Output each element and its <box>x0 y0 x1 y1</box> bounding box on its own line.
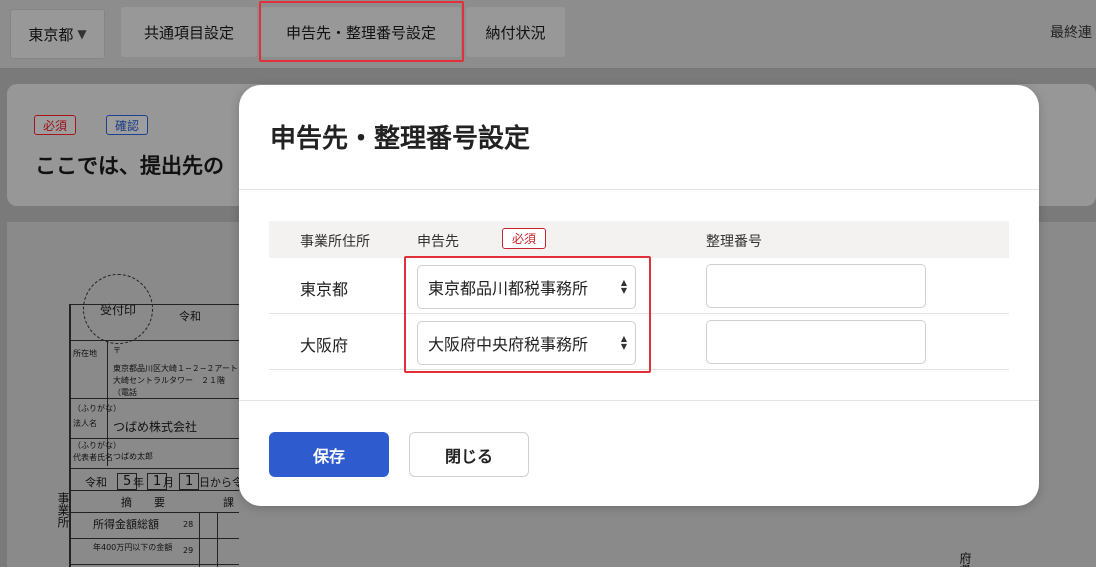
form-era: 令和 <box>179 310 201 323</box>
address-label: 所在地 <box>73 349 97 358</box>
chevron-down-icon: ▼ <box>77 27 87 41</box>
col-summary: 摘 要 <box>121 496 165 509</box>
notice-text: ここでは、提出先の <box>35 154 224 178</box>
required-badge: 必須 <box>502 228 547 249</box>
prefecture-selector[interactable]: 東京都 ▼ <box>10 9 105 59</box>
furigana-label: （ふりがな） <box>73 441 121 450</box>
address-line2: 大崎セントラルタワー ２１階 <box>113 376 225 385</box>
row-income-label: 所得金額総額 <box>93 518 159 531</box>
form-border <box>69 564 239 565</box>
date-era: 令和 <box>85 476 107 489</box>
tab-common-settings[interactable]: 共通項目設定 <box>121 7 257 57</box>
form-border <box>69 340 239 341</box>
divider <box>239 189 1039 190</box>
office-name: 大阪府 <box>300 336 349 355</box>
last-updated-text: 最終連 <box>1050 25 1092 41</box>
close-button[interactable]: 閉じる <box>409 432 529 477</box>
form-border <box>217 512 218 567</box>
form-border <box>199 512 200 567</box>
table-header: 事業所住所 申告先 必須 整理番号 <box>269 221 1009 258</box>
tab-payment-status[interactable]: 納付状況 <box>466 7 565 57</box>
required-badge: 必須 <box>34 115 77 135</box>
date-month-unit: 月 <box>163 476 174 489</box>
office-name: 東京都 <box>300 280 349 299</box>
column-number: 整理番号 <box>706 234 762 250</box>
prefecture-selector-label: 東京都 <box>28 25 74 44</box>
postal-mark: 〒 <box>113 346 121 355</box>
divider <box>239 400 1039 401</box>
confirm-badge: 確認 <box>106 115 149 135</box>
phone-label: （電話 <box>113 388 137 397</box>
row-income-num: 28 <box>183 520 194 529</box>
side-text: 府県民 <box>957 552 974 567</box>
top-navigation-bar: 東京都 ▼ 共通項目設定 申告先・整理番号設定 納付状況 最終連 <box>0 0 1096 69</box>
date-year-unit: 年 <box>133 476 144 489</box>
reception-stamp: 受付印 <box>83 274 153 344</box>
modal-title: 申告先・整理番号設定 <box>270 124 531 154</box>
destination-highlight-frame <box>404 256 651 373</box>
form-border <box>69 398 239 399</box>
row-under-num: 29 <box>183 546 194 555</box>
corp-label: 法人名 <box>73 419 97 428</box>
form-border <box>69 468 239 469</box>
address-line1: 東京都品川区大崎１−２−２アート <box>113 364 238 373</box>
reference-number-input[interactable] <box>706 320 926 364</box>
furigana-label: （ふりがな） <box>73 404 121 413</box>
corp-name: つばめ株式会社 <box>113 420 198 434</box>
rep-label: 代表者氏名 <box>73 453 113 462</box>
date-day: 1 <box>179 473 200 490</box>
column-office: 事業所住所 <box>300 234 370 250</box>
column-destination: 申告先 <box>417 234 459 250</box>
form-border <box>69 538 239 539</box>
jigyo-label: 事業所 <box>56 492 70 528</box>
tab-highlight-frame <box>259 1 464 62</box>
save-button[interactable]: 保存 <box>269 432 389 477</box>
col-tax: 課 <box>223 496 234 509</box>
rep-name: つばめ太郎 <box>113 452 153 461</box>
form-border <box>69 490 239 491</box>
row-under-label: 年400万円以下の金額 <box>93 543 173 552</box>
form-border <box>69 512 239 513</box>
reference-number-input[interactable] <box>706 264 926 308</box>
form-border <box>69 304 239 305</box>
form-border <box>69 438 239 439</box>
